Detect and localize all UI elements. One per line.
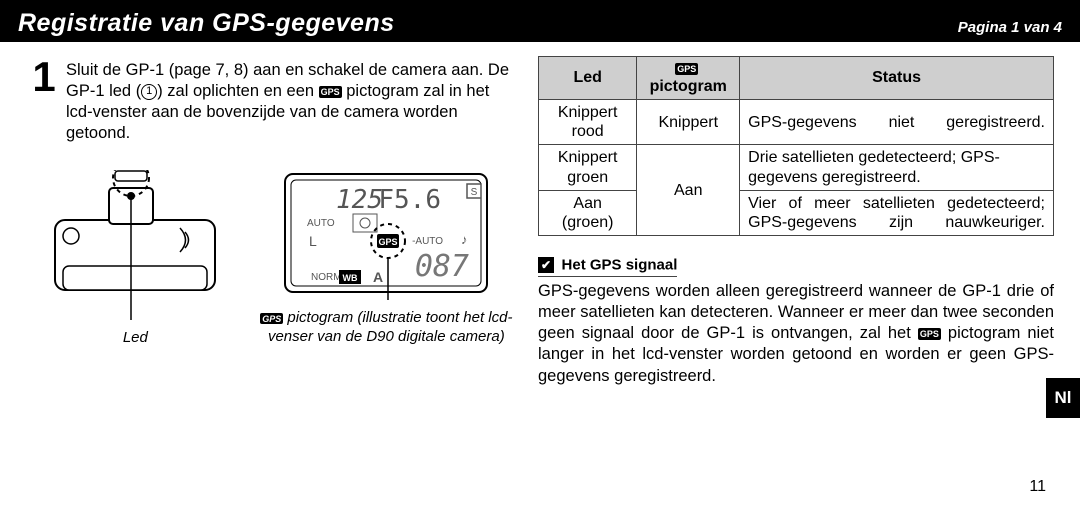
svg-text:♪: ♪ <box>461 232 468 247</box>
svg-text:-AUTO: -AUTO <box>412 236 443 247</box>
note-title: Het GPS signaal <box>562 256 678 273</box>
cell: Aan <box>637 145 740 236</box>
text: ) zal oplichten en een <box>157 82 318 100</box>
cell: Knippert <box>637 100 740 145</box>
check-icon: ✔ <box>538 257 554 273</box>
col-led: Led <box>539 57 637 100</box>
led-label: Led <box>30 329 241 348</box>
cell: Knippert groen <box>539 145 637 190</box>
gps-icon: GPS <box>319 86 342 98</box>
cell: Knippert rood <box>539 100 637 145</box>
content: 1 Sluit de GP-1 (page 7, 8) aan en schak… <box>0 42 1080 387</box>
page-title: Registratie van GPS-gegevens <box>18 9 395 38</box>
svg-text:S: S <box>471 187 478 198</box>
svg-text:WB: WB <box>343 273 358 283</box>
svg-text:125: 125 <box>336 185 383 215</box>
step-number: 1 <box>30 56 58 144</box>
camera-illustration <box>35 170 235 320</box>
svg-text:GPS: GPS <box>379 237 398 247</box>
note-body: GPS-gegevens worden alleen geregistreerd… <box>538 281 1054 387</box>
right-column: Led GPS pictogram Status Knippert rood Kn… <box>538 56 1054 387</box>
step-1: 1 Sluit de GP-1 (page 7, 8) aan en schak… <box>30 56 518 144</box>
svg-text:NORM: NORM <box>311 272 342 283</box>
table-row: Knippert rood Knippert GPS-gegevens niet… <box>539 100 1054 145</box>
circled-1-icon: 1 <box>141 84 157 100</box>
note-header: ✔ Het GPS signaal <box>538 256 677 277</box>
svg-text:F5.6: F5.6 <box>379 185 442 215</box>
cell: GPS-gegevens niet geregi­streerd. <box>740 100 1054 145</box>
gps-icon: GPS <box>675 63 698 75</box>
page-indicator: Pagina 1 van 4 <box>958 19 1062 38</box>
cell: Drie satellieten gedetecteerd; GPS-gegev… <box>740 145 1054 190</box>
language-tab: Nl <box>1046 378 1080 418</box>
figure-row: Led 125 F5.6 S AUTO GPS -AUTO ♪ <box>30 170 518 348</box>
cell: Aan (groen) <box>539 190 637 235</box>
cell: Vier of meer satellieten gede­tecteerd; … <box>740 190 1054 235</box>
col-status: Status <box>740 57 1054 100</box>
lcd-label: GPS pictogram (illustratie toont het lcd… <box>255 309 518 347</box>
lcd-illustration: 125 F5.6 S AUTO GPS -AUTO ♪ 087 L NORM W… <box>281 170 491 300</box>
page-number: 11 <box>1029 478 1046 496</box>
svg-text:A: A <box>373 269 383 285</box>
lcd-figure: 125 F5.6 S AUTO GPS -AUTO ♪ 087 L NORM W… <box>255 170 518 347</box>
table-row: Aan (groen) Vier of meer satellieten ged… <box>539 190 1054 235</box>
text: pictogram (illustratie toont het lcd-ven… <box>268 309 513 345</box>
table-row: Knippert groen Aan Drie satellieten gede… <box>539 145 1054 190</box>
svg-text:L: L <box>309 233 317 249</box>
svg-text:087: 087 <box>415 249 469 284</box>
camera-figure: Led <box>30 170 241 348</box>
step-text: Sluit de GP-1 (page 7, 8) aan en schakel… <box>66 56 518 144</box>
text: pictogram <box>650 78 727 95</box>
gps-status-table: Led GPS pictogram Status Knippert rood Kn… <box>538 56 1054 236</box>
svg-text:AUTO: AUTO <box>307 218 335 229</box>
title-bar: Registratie van GPS-gegevens Pagina 1 va… <box>0 0 1080 42</box>
gps-icon: GPS <box>260 313 283 325</box>
left-column: 1 Sluit de GP-1 (page 7, 8) aan en schak… <box>30 56 518 387</box>
col-pictogram: GPS pictogram <box>637 57 740 100</box>
gps-icon: GPS <box>918 328 941 340</box>
